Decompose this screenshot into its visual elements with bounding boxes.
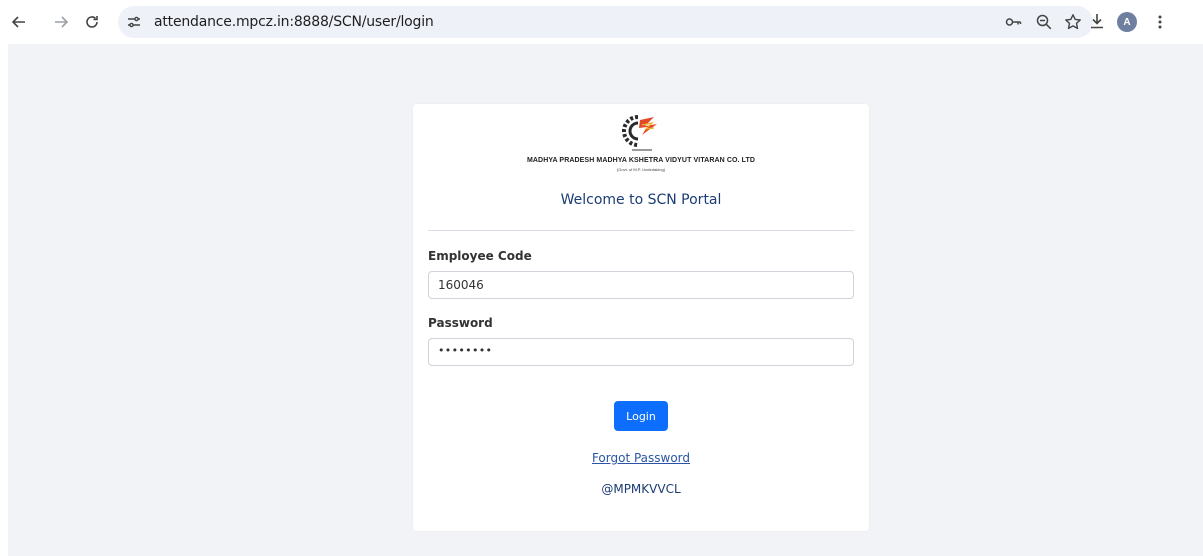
password-key-icon[interactable] — [1004, 13, 1022, 31]
site-settings-icon[interactable] — [126, 14, 142, 30]
bookmark-star-icon[interactable] — [1064, 13, 1082, 31]
zoom-icon[interactable] — [1035, 13, 1053, 31]
govt-undertaking-note: (Govt. of M.P. Undertaking) — [616, 167, 666, 172]
welcome-heading: Welcome to SCN Portal — [560, 192, 722, 208]
back-arrow-icon[interactable] — [8, 11, 30, 33]
forward-arrow-icon[interactable] — [50, 11, 72, 33]
company-name: MADHYA PRADESH MADHYA KSHETRA VIDYUT VIT… — [526, 157, 756, 164]
company-logo-icon — [618, 111, 666, 159]
browser-toolbar: attendance.mpcz.in:8888/SCN/user/login A — [0, 0, 1203, 44]
url-text[interactable]: attendance.mpcz.in:8888/SCN/user/login — [154, 14, 434, 30]
divider — [428, 230, 854, 231]
downloads-icon[interactable] — [1086, 10, 1108, 32]
login-button[interactable]: Login — [614, 401, 668, 431]
profile-avatar[interactable]: A — [1117, 12, 1137, 32]
password-label: Password — [428, 316, 493, 330]
login-card: MADHYA PRADESH MADHYA KSHETRA VIDYUT VIT… — [413, 104, 869, 531]
employee-code-input[interactable] — [428, 271, 854, 299]
password-masked-value: •••••••• — [438, 344, 493, 357]
footer-brand: @MPMKVVCL — [601, 482, 681, 496]
menu-kebab-icon[interactable] — [1149, 11, 1171, 33]
password-input[interactable]: •••••••• — [428, 338, 854, 366]
forgot-password-link[interactable]: Forgot Password — [413, 451, 869, 465]
reload-icon[interactable] — [81, 11, 103, 33]
address-bar[interactable]: attendance.mpcz.in:8888/SCN/user/login — [118, 6, 1093, 38]
employee-code-label: Employee Code — [428, 249, 532, 263]
